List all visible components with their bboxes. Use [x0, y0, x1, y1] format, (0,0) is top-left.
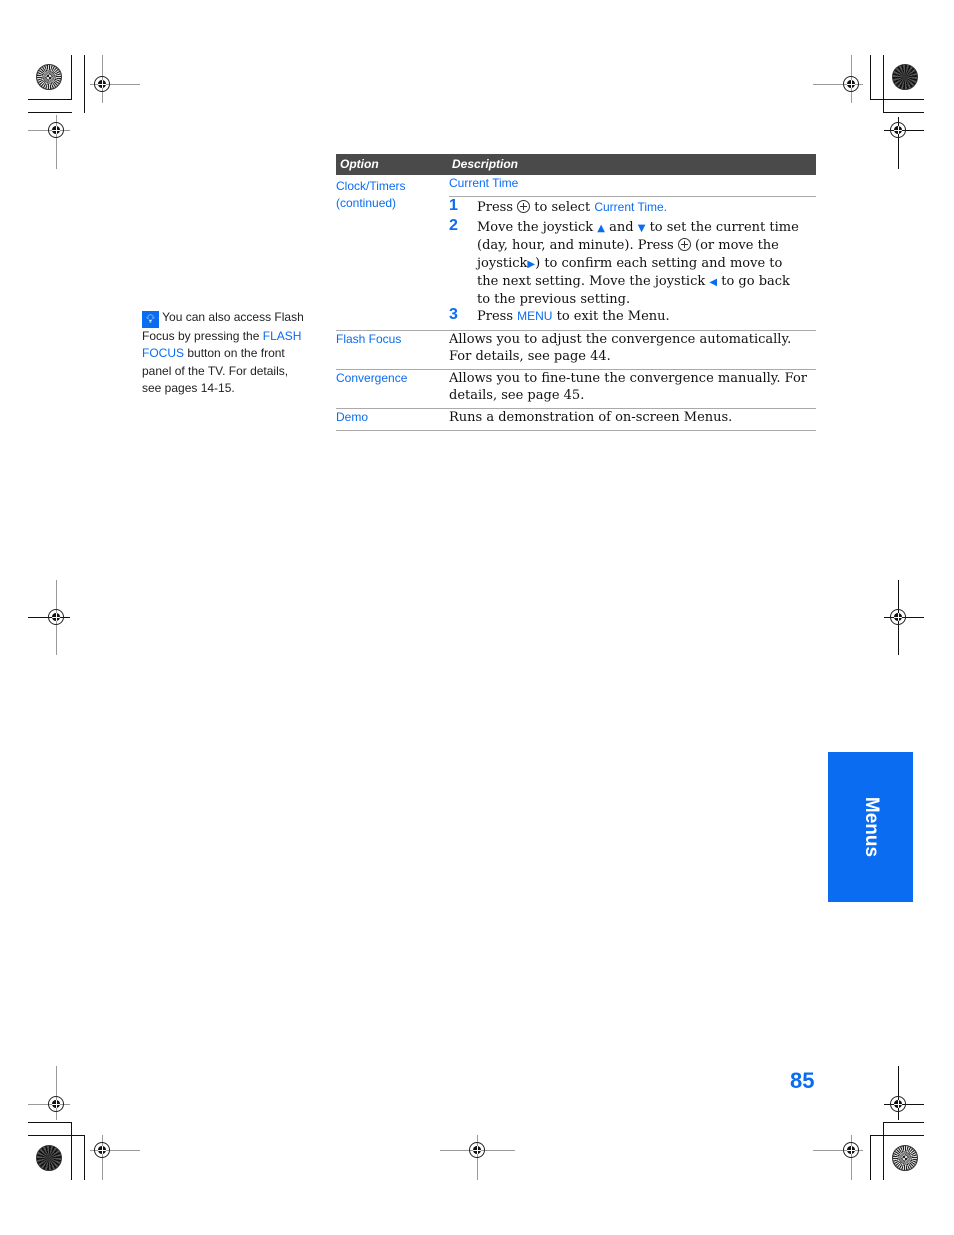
- subheading-current-time: Current Time: [449, 176, 519, 190]
- joystick-press-icon: [517, 200, 531, 213]
- crop-mark: [71, 55, 72, 100]
- registration-target-icon: [48, 609, 64, 625]
- header-option: Option: [340, 157, 379, 171]
- crop-mark: [28, 1135, 85, 1136]
- option-flash-focus: Flash Focus: [336, 332, 402, 346]
- registration-rosette-icon: [892, 1145, 918, 1171]
- header-description: Description: [452, 157, 519, 171]
- section-tab-menus: Menus: [828, 752, 913, 902]
- divider: [336, 430, 816, 431]
- crop-mark: [883, 112, 924, 113]
- step-text-part: and: [609, 220, 634, 235]
- page-number: 85: [790, 1068, 815, 1093]
- arrow-down-icon: ▼: [637, 223, 646, 234]
- step-text-part: Press: [477, 200, 513, 215]
- step-text: Press MENU to exit the Menu.: [477, 308, 807, 325]
- crop-mark: [870, 55, 871, 100]
- crop-mark: [84, 1135, 85, 1180]
- tip-note: 💡︎ You can also access Flash Focus by pr…: [142, 309, 307, 397]
- crop-mark: [870, 99, 924, 100]
- ui-term: Current Time.: [594, 200, 668, 214]
- step-text-part: Press: [477, 309, 513, 324]
- option-description: Allows you to adjust the convergence aut…: [449, 332, 792, 364]
- crop-mark: [883, 55, 884, 113]
- step-text-part: to select: [534, 200, 591, 215]
- step-text: Press to select Current Time.: [477, 199, 807, 216]
- crop-mark: [870, 1135, 871, 1180]
- crop-mark: [883, 1122, 884, 1180]
- option-description: Runs a demonstration of on-screen Menus.: [449, 410, 733, 425]
- registration-rosette-icon: [892, 64, 918, 90]
- registration-target-icon: [48, 1096, 64, 1112]
- registration-target-icon: [890, 1096, 906, 1112]
- registration-target-icon: [843, 1142, 859, 1158]
- option-demo: Demo: [336, 410, 369, 424]
- step-number: 3: [449, 306, 458, 323]
- option-clock-timers: Clock/Timers (continued): [336, 178, 406, 212]
- lightbulb-icon: 💡︎: [142, 311, 159, 328]
- options-table: Option Description Clock/Timers (continu…: [336, 154, 816, 431]
- registration-target-icon: [890, 122, 906, 138]
- registration-target-icon: [890, 609, 906, 625]
- crop-mark: [883, 1122, 924, 1123]
- registration-rosette-icon: [36, 1145, 62, 1171]
- option-convergence: Convergence: [336, 371, 408, 385]
- step-number: 2: [449, 217, 458, 234]
- crop-mark: [84, 55, 85, 113]
- option-description: Allows you to fine-tune the convergence …: [449, 371, 808, 403]
- crop-mark: [870, 1135, 924, 1136]
- registration-target-icon: [843, 76, 859, 92]
- crop-mark: [71, 1122, 72, 1180]
- option-label-continued: (continued): [336, 196, 397, 210]
- ui-term-menu: MENU: [517, 309, 553, 323]
- registration-target-icon: [94, 1142, 110, 1158]
- option-label: Clock/Timers: [336, 179, 406, 193]
- step-number: 1: [449, 197, 458, 214]
- registration-target-icon: [469, 1142, 485, 1158]
- table-header: Option Description: [336, 154, 816, 175]
- step-text-part: Move the joystick: [477, 220, 594, 235]
- crop-mark: [28, 112, 72, 113]
- step-text-part: to exit the Menu.: [556, 309, 670, 324]
- registration-target-icon: [94, 76, 110, 92]
- crop-mark: [28, 1122, 72, 1123]
- registration-rosette-icon: [36, 64, 62, 90]
- arrow-right-icon: ▶: [527, 258, 536, 270]
- step-text: Move the joystick ▲ and ▼ to set the cur…: [477, 219, 807, 308]
- divider: [449, 196, 816, 197]
- section-tab-label: Menus: [860, 796, 882, 858]
- arrow-left-icon: ◀: [709, 276, 718, 288]
- joystick-press-icon: [677, 238, 691, 252]
- arrow-up-icon: ▲: [597, 223, 605, 234]
- crop-mark: [28, 99, 72, 100]
- registration-target-icon: [48, 122, 64, 138]
